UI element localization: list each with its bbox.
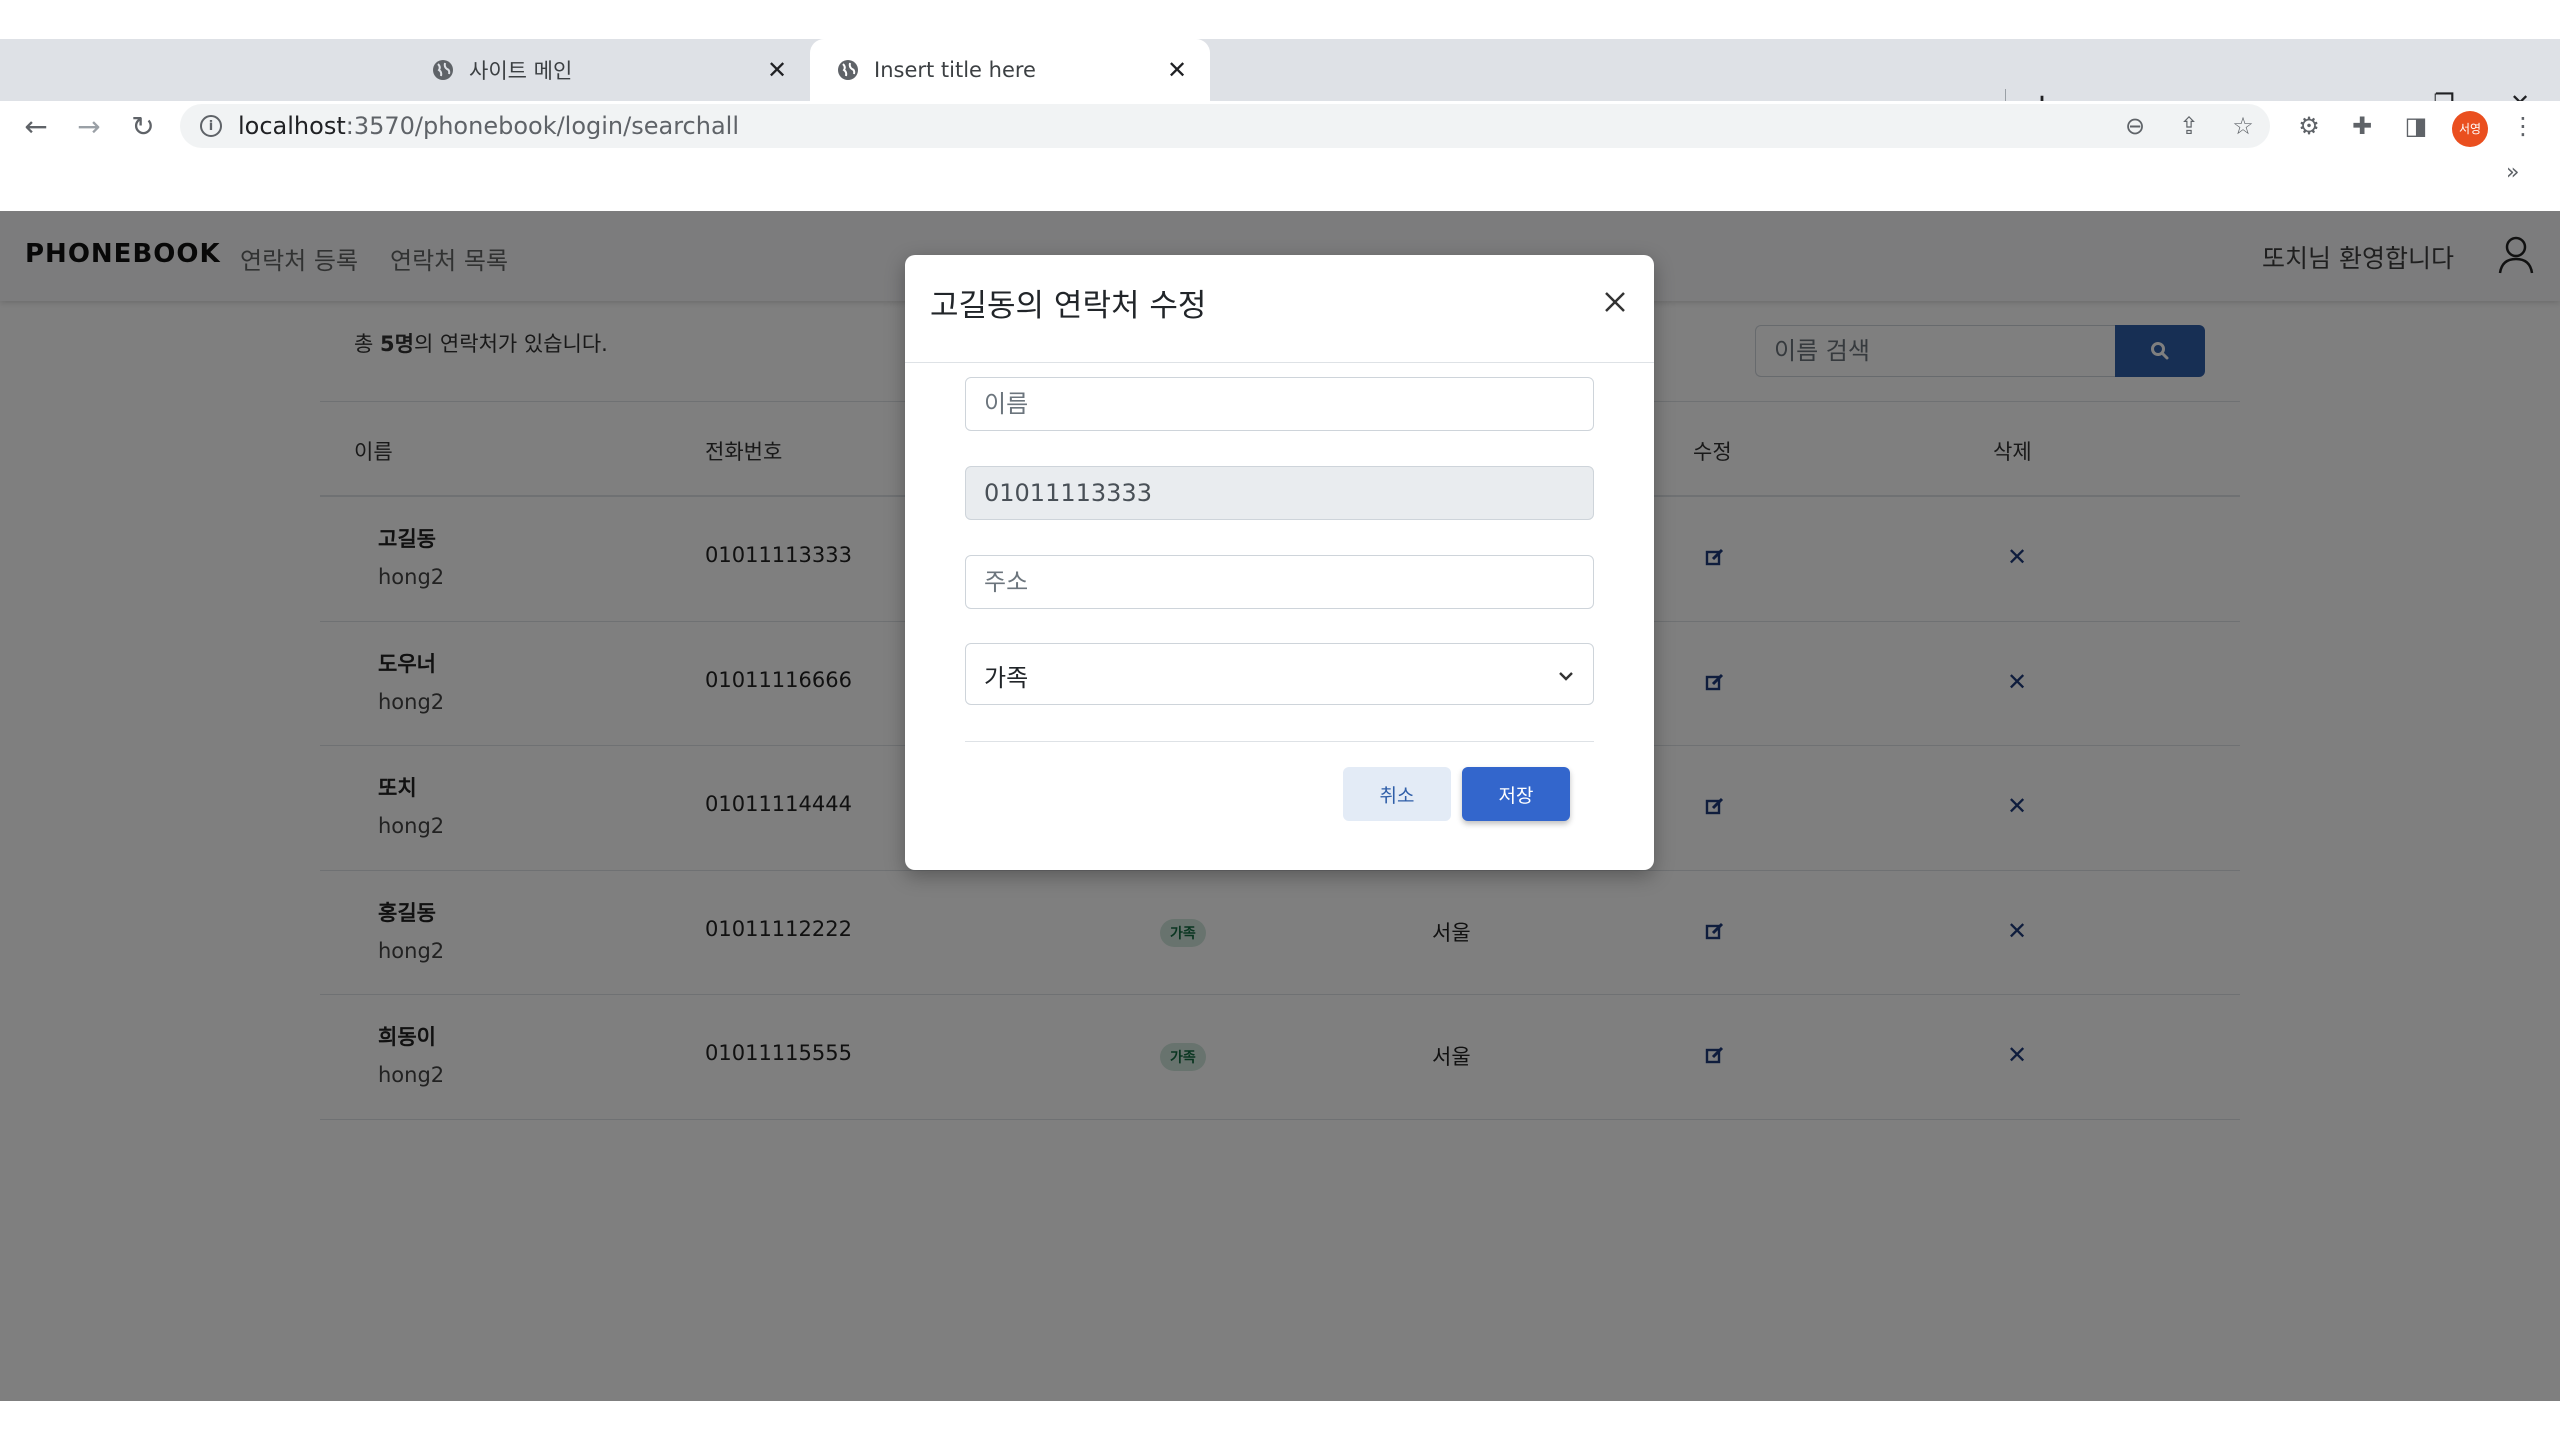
extension-gear-icon[interactable]: ⚙ [2293,110,2325,142]
cancel-button[interactable]: 취소 [1343,767,1451,821]
chevron-down-icon [1559,672,1573,681]
modal-footer-divider [965,741,1594,742]
url-host: localhost [238,112,346,140]
browser-tab-site-main[interactable]: 사이트 메인 ✕ [405,39,810,101]
browser-tab-bar: 사이트 메인 ✕ Insert title here ✕ + ⌵ ─ ❐ ✕ [0,39,2560,126]
browser-tab-insert-title[interactable]: Insert title here ✕ [810,39,1210,101]
side-panel-icon[interactable]: ◨ [2400,110,2432,142]
modal-title: 고길동의 연락처 수정 [930,288,1207,324]
address-bar[interactable]: i localhost:3570/phonebook/login/searcha… [180,104,2270,148]
url-path: :3570/phonebook/login/searchall [345,112,739,140]
forward-arrow-icon[interactable]: → [68,105,110,147]
info-icon[interactable]: i [200,115,222,137]
modal-header: 고길동의 연락처 수정 [905,255,1654,363]
browser-toolbar: ← → ↻ i localhost:3570/phonebook/login/s… [0,101,2560,151]
save-button[interactable]: 저장 [1462,767,1570,821]
url-text: localhost:3570/phonebook/login/searchall [238,112,739,140]
page-viewport: PHONEBOOK 연락처 등록 연락처 목록 또치님 환영합니다 총 5명의 … [0,211,2560,1401]
close-icon[interactable] [1598,285,1632,319]
share-icon[interactable]: ⇪ [2174,111,2204,141]
edit-contact-modal: 고길동의 연락처 수정 가족 취소 저장 [905,255,1654,870]
close-tab-icon[interactable]: ✕ [1164,56,1190,84]
zoom-icon[interactable]: ⊖ [2120,111,2150,141]
reload-icon[interactable]: ↻ [122,105,164,147]
phone-field[interactable] [965,466,1594,520]
back-arrow-icon[interactable]: ← [15,105,57,147]
bottom-margin [0,1401,2560,1440]
globe-icon [838,60,858,80]
group-select[interactable]: 가족 [965,643,1594,705]
name-field[interactable] [965,377,1594,431]
address-field[interactable] [965,555,1594,609]
group-select-value: 가족 [984,664,1029,692]
globe-icon [433,60,453,80]
bookmark-star-icon[interactable]: ☆ [2228,111,2258,141]
bookmarks-overflow-icon[interactable]: » [2506,160,2519,185]
bookmarks-bar [0,151,2560,211]
top-margin [0,0,2560,39]
puzzle-icon[interactable]: ✚ [2346,110,2378,142]
tab-title: Insert title here [874,58,1036,82]
kebab-menu-icon[interactable]: ⋮ [2507,110,2539,142]
profile-avatar[interactable]: 서영 [2452,111,2488,147]
close-tab-icon[interactable]: ✕ [764,56,790,84]
tab-title: 사이트 메인 [469,59,573,83]
